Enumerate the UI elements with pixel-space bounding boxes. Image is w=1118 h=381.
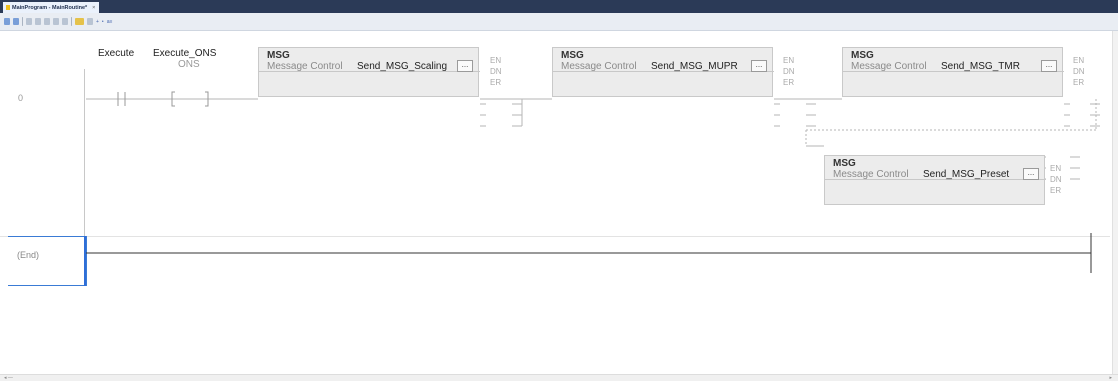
msg-block-tmr[interactable]: MSG Message Control Send_MSG_TMR ... [842, 47, 1064, 97]
msg-block-preset[interactable]: MSG Message Control Send_MSG_Preset ... [824, 155, 1046, 205]
browse-button[interactable]: ... [751, 60, 767, 72]
dn-output: DN [1050, 175, 1062, 184]
message-control-tag[interactable]: Send_MSG_TMR [941, 61, 1020, 72]
scroll-left-icon[interactable]: ◂ — [4, 375, 13, 381]
dn-output: DN [490, 67, 502, 76]
en-output: EN [490, 56, 502, 65]
message-control-tag[interactable]: Send_MSG_MUPR [651, 61, 738, 72]
msg-title: MSG [851, 50, 874, 61]
message-control-label: Message Control [851, 61, 927, 72]
en-output: EN [1073, 56, 1085, 65]
er-output: ER [783, 78, 795, 87]
browse-button[interactable]: ... [1023, 168, 1039, 180]
en-output: EN [1050, 164, 1062, 173]
msg-title: MSG [267, 50, 290, 61]
dn-output: DN [1073, 67, 1085, 76]
er-output: ER [1073, 78, 1085, 87]
msg-title: MSG [561, 50, 584, 61]
message-control-tag[interactable]: Send_MSG_Preset [923, 169, 1009, 180]
message-control-label: Message Control [561, 61, 637, 72]
ons-tag[interactable]: Execute_ONS [153, 48, 216, 59]
message-control-label: Message Control [833, 169, 909, 180]
msg-block-mupr[interactable]: MSG Message Control Send_MSG_MUPR ... [552, 47, 774, 97]
message-control-tag[interactable]: Send_MSG_Scaling [357, 61, 447, 72]
browse-button[interactable]: ... [457, 60, 473, 72]
message-control-label: Message Control [267, 61, 343, 72]
browse-button[interactable]: ... [1041, 60, 1057, 72]
en-output: EN [783, 56, 795, 65]
er-output: ER [490, 78, 502, 87]
er-output: ER [1050, 186, 1062, 195]
xic-tag[interactable]: Execute [98, 48, 134, 59]
ons-label: ONS [178, 59, 200, 70]
scroll-right-icon[interactable]: ▸ [1109, 375, 1112, 381]
msg-title: MSG [833, 158, 856, 169]
horizontal-scrollbar[interactable]: ◂ — ▸ [0, 374, 1118, 381]
vertical-scrollbar[interactable] [1112, 31, 1118, 374]
msg-block-scaling[interactable]: MSG Message Control Send_MSG_Scaling ... [258, 47, 480, 97]
dn-output: DN [783, 67, 795, 76]
